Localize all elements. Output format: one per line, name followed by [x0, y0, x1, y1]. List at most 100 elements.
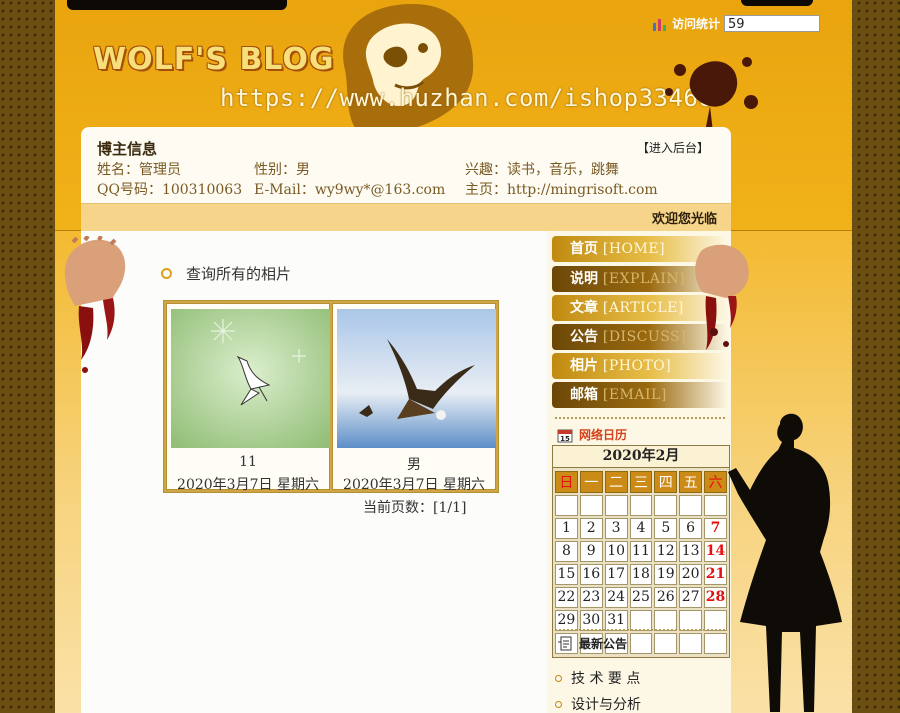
calendar-day[interactable]: 19 [654, 564, 678, 585]
notice-item[interactable]: 设计与分析 [555, 694, 641, 713]
photo-thumbnail-snow-bird[interactable] [171, 309, 330, 448]
nav-label: 邮箱 [570, 387, 598, 403]
welcome-bar: 欢迎您光临 [81, 203, 731, 231]
page-indicator: 当前页数：[1/1] [363, 500, 467, 516]
calendar-weekday: 一 [579, 471, 603, 493]
top-tab-right [741, 0, 813, 6]
calendar-day [629, 633, 653, 654]
counter-value-field: 59 [724, 15, 821, 32]
nav-label: 公告 [570, 329, 598, 345]
calendar-day[interactable]: 10 [604, 541, 628, 562]
calendar-week-row: 8 9 10 11 12 13 14 [555, 541, 727, 562]
divider [555, 629, 725, 631]
calendar-day [629, 495, 653, 516]
calendar-day[interactable]: 29 [555, 610, 578, 631]
nav-label: 首页 [570, 241, 598, 257]
calendar-day[interactable]: 20 [679, 564, 703, 585]
photo-thumbnail-eagle[interactable] [337, 309, 496, 448]
calendar-day[interactable]: 24 [604, 587, 628, 608]
nav-label-en: [EMAIL] [602, 387, 667, 403]
url-watermark: https://www.huzhan.com/ishop33466 [220, 84, 714, 112]
bullet-icon [161, 268, 172, 279]
nav-label-en: [EXPLAIN] [602, 271, 686, 287]
nav-label-en: [DISCUSS] [602, 329, 687, 345]
calendar: 2020年2月 日一二三四五六 1 2 3 4 5 6 7 8 9 10 11 12 13 14 15 16 1… [552, 445, 730, 658]
calendar-week-row: 22 23 24 25 26 27 28 [555, 587, 727, 608]
bar-chart-icon [653, 18, 666, 31]
photo-card[interactable]: 男 2020年3月7日 星期六 [332, 303, 496, 493]
calendar-day[interactable]: 5 [654, 518, 678, 539]
calendar-day[interactable]: 2 [579, 518, 603, 539]
nav-email[interactable]: 邮箱 [EMAIL] [552, 382, 728, 408]
nav-label-en: [ARTICLE] [602, 300, 684, 316]
welcome-text: 欢迎您光临 [651, 212, 717, 227]
calendar-day[interactable]: 12 [654, 541, 678, 562]
calendar-day[interactable]: 11 [629, 541, 653, 562]
main-content: 查询所有的相片 11 2020年3月7日 星期六 男 2020年3月7日 星期六… [81, 231, 547, 713]
calendar-day[interactable]: 3 [604, 518, 628, 539]
calendar-day[interactable]: 6 [679, 518, 703, 539]
blogger-gender: 性别：男 [254, 162, 310, 178]
calendar-day [654, 495, 678, 516]
calendar-day[interactable]: 13 [679, 541, 703, 562]
calendar-day[interactable]: 18 [629, 564, 653, 585]
calendar-weekday: 五 [679, 471, 703, 493]
section-title: 查询所有的相片 [186, 265, 292, 283]
divider [555, 417, 725, 419]
calendar-day [579, 495, 603, 516]
photo-card[interactable]: 11 2020年3月7日 星期六 [166, 303, 330, 493]
calendar-day[interactable]: 30 [579, 610, 603, 631]
calendar-day [629, 610, 653, 631]
calendar-day[interactable]: 15 [555, 564, 578, 585]
notice-item[interactable]: 技 术 要 点 [555, 668, 641, 688]
notice-text[interactable]: 设计与分析 [571, 694, 641, 713]
calendar-week-row: 1234567 [555, 518, 727, 539]
calendar-day[interactable]: 23 [579, 587, 603, 608]
calendar-grid: 日一二三四五六 1 2 3 4 5 6 7 8 9 10 11 12 13 14 15 16 17 18 19 20 2… [553, 469, 729, 656]
calendar-weekday: 二 [604, 471, 628, 493]
calendar-day[interactable]: 22 [555, 587, 578, 608]
blog-logo: WOLF'S BLOG [93, 42, 335, 77]
calendar-icon: 15 [557, 429, 573, 443]
document-icon [558, 636, 572, 650]
ink-splatter [665, 57, 758, 132]
photo-date: 2020年3月7日 星期六 [177, 477, 319, 493]
calendar-day[interactable]: 4 [629, 518, 653, 539]
counter-label: 访问统计 [672, 17, 721, 31]
svg-text:15: 15 [560, 435, 570, 443]
calendar-day[interactable]: 25 [629, 587, 653, 608]
calendar-day[interactable]: 26 [654, 587, 678, 608]
calendar-day [654, 633, 678, 654]
woman-silhouette-art [728, 413, 842, 712]
calendar-weekday: 三 [629, 471, 653, 493]
top-tab-left [67, 0, 287, 10]
blogger-info-title: 博主信息 [97, 140, 158, 158]
calendar-widget-title: 15 网络日历 [557, 426, 627, 443]
section-heading: 查询所有的相片 [161, 263, 291, 284]
bloody-hand-left-art [64, 236, 126, 373]
calendar-day[interactable]: 16 [579, 564, 603, 585]
calendar-day[interactable]: 31 [604, 610, 628, 631]
notice-text[interactable]: 技 术 要 点 [571, 668, 640, 688]
nav-label: 文章 [570, 300, 598, 316]
photo-name: 男 [407, 457, 421, 473]
blogger-name: 姓名：管理员 [97, 162, 181, 178]
nav-label-en: [HOME] [602, 241, 666, 257]
ink-drop [710, 328, 729, 347]
nav-label: 相片 [570, 358, 598, 374]
calendar-week-row: 15 16 17 18 19 20 21 [555, 564, 727, 585]
calendar-day[interactable]: 17 [604, 564, 628, 585]
nav-label: 说明 [570, 271, 598, 287]
calendar-day[interactable]: 1 [555, 518, 578, 539]
calendar-day[interactable]: 27 [679, 587, 703, 608]
calendar-day[interactable]: 8 [555, 541, 578, 562]
bullet-icon [555, 700, 562, 708]
photo-grid: 11 2020年3月7日 星期六 男 2020年3月7日 星期六 [163, 300, 499, 493]
nav-label-en: [PHOTO] [602, 358, 672, 374]
calendar-week-row: 29 30 31 [555, 610, 727, 631]
calendar-day [555, 495, 578, 516]
blogger-homepage: 主页：http://mingrisoft.com [465, 182, 658, 198]
admin-link[interactable]: 【进入后台】 [637, 139, 709, 156]
calendar-day[interactable]: 9 [579, 541, 603, 562]
photo-name: 11 [239, 454, 257, 470]
